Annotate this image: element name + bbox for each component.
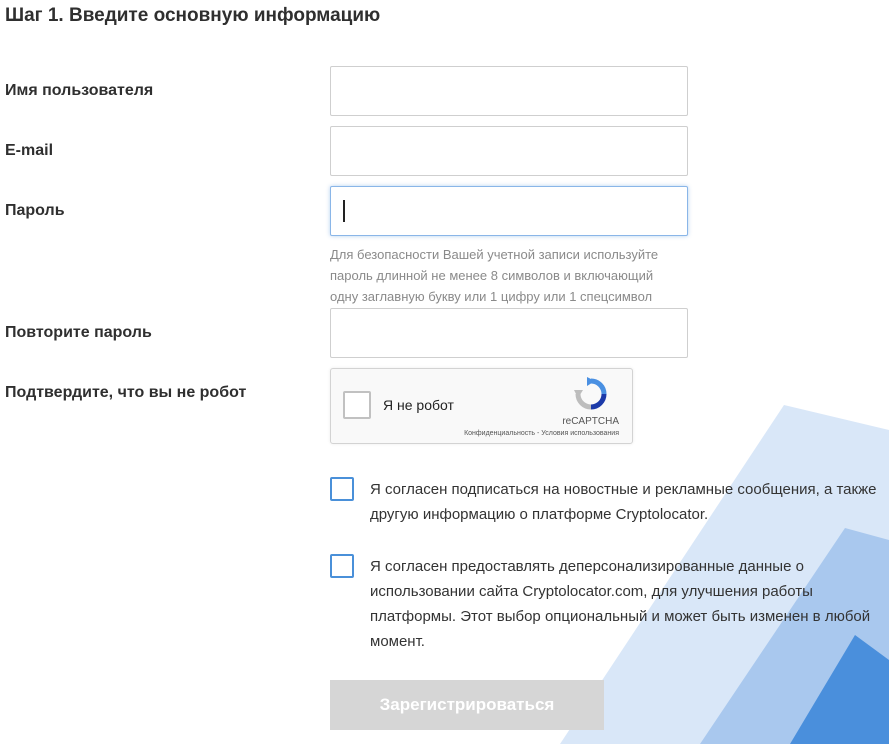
- recaptcha-checkbox[interactable]: [343, 391, 371, 419]
- text-caret: [343, 200, 345, 222]
- consent-data-usage-checkbox[interactable]: [330, 554, 354, 578]
- password-repeat-label: Повторите пароль: [5, 324, 152, 341]
- recaptcha-brand: reCAPTCHA: [562, 416, 619, 427]
- registration-form: Шаг 1. Введите основную информацию Имя п…: [0, 0, 889, 744]
- page-title: Шаг 1. Введите основную информацию: [5, 5, 381, 26]
- username-label: Имя пользователя: [5, 82, 154, 99]
- recaptcha-widget: Я не робот reCAPTCHA Конфиденциальность …: [330, 368, 633, 444]
- consent-newsletter-checkbox[interactable]: [330, 477, 354, 501]
- recaptcha-privacy-terms-link[interactable]: Конфиденциальность - Условия использован…: [464, 430, 619, 437]
- password-hint-line: одну заглавную букву или 1 цифру или 1 с…: [330, 289, 653, 304]
- captcha-prompt-label: Подтвердите, что вы не робот: [5, 384, 247, 401]
- email-label: E-mail: [5, 142, 54, 159]
- recaptcha-label: Я не робот: [383, 397, 454, 413]
- register-button[interactable]: Зарегистрироваться: [330, 680, 604, 730]
- password-hint: Для безопасности Вашей учетной записи ис…: [330, 244, 690, 307]
- password-repeat-input[interactable]: [330, 308, 688, 358]
- password-input[interactable]: [330, 186, 688, 236]
- password-hint-line: Для безопасности Вашей учетной записи ис…: [330, 247, 659, 262]
- password-label: Пароль: [5, 202, 65, 219]
- username-input[interactable]: [330, 66, 688, 116]
- consent-data-usage-text: Я согласен предоставлять деперсонализиро…: [370, 558, 871, 650]
- consent-newsletter-text: Я согласен подписаться на новостные и ре…: [370, 481, 877, 523]
- recaptcha-logo-icon: [574, 377, 607, 410]
- email-input[interactable]: [330, 126, 688, 176]
- password-hint-line: пароль длинной не менее 8 символов и вкл…: [330, 268, 654, 283]
